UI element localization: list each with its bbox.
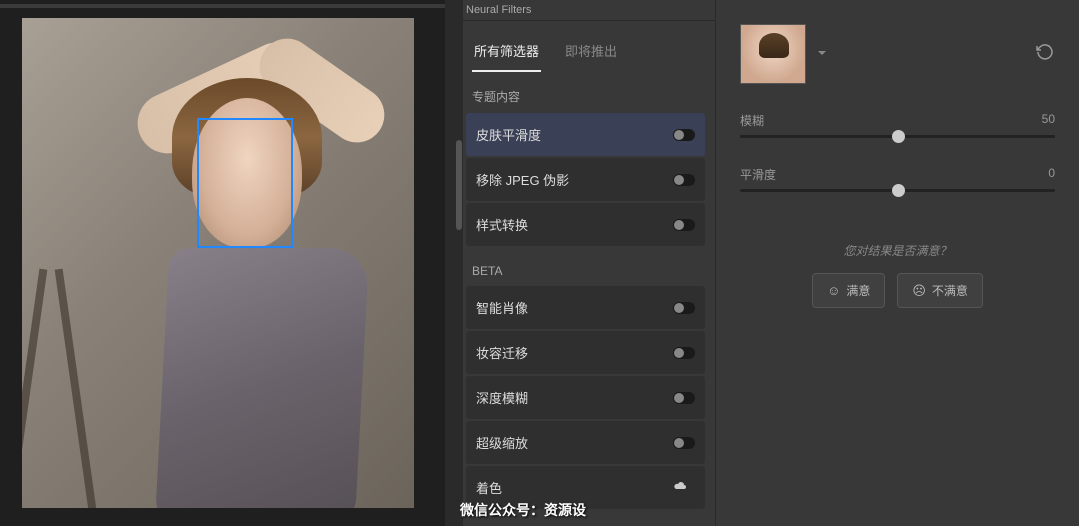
filter-smart-portrait[interactable]: 智能肖像 bbox=[466, 286, 705, 329]
filter-label: 着色 bbox=[476, 478, 502, 497]
satisfied-button[interactable]: ☺ 满意 bbox=[812, 273, 885, 308]
face-thumbnail[interactable] bbox=[740, 24, 806, 84]
toggle-zoom[interactable] bbox=[673, 437, 695, 449]
slider-blur-knob[interactable] bbox=[892, 130, 905, 143]
filter-colorize[interactable]: 着色 bbox=[466, 466, 705, 509]
slider-blur-track[interactable] bbox=[740, 135, 1055, 138]
panel-title: Neural Filters bbox=[456, 0, 715, 21]
toggle-makeup[interactable] bbox=[673, 347, 695, 359]
slider-blur: 模糊 50 bbox=[740, 112, 1055, 138]
button-label: 满意 bbox=[846, 282, 870, 299]
filter-style-transfer[interactable]: 样式转换 bbox=[466, 203, 705, 246]
toggle-jpeg[interactable] bbox=[673, 174, 695, 186]
reset-icon[interactable] bbox=[1035, 44, 1055, 65]
frown-icon: ☹ bbox=[912, 283, 926, 299]
canvas-scrollbar[interactable] bbox=[445, 0, 455, 526]
button-label: 不满意 bbox=[932, 282, 968, 299]
slider-smoothness: 平滑度 0 bbox=[740, 166, 1055, 192]
cloud-download-icon bbox=[673, 480, 687, 495]
slider-value: 0 bbox=[1048, 166, 1055, 183]
feedback-question: 您对结果是否满意？ bbox=[740, 242, 1055, 259]
filter-label: 超级缩放 bbox=[476, 433, 528, 452]
toggle-depth[interactable] bbox=[673, 392, 695, 404]
slider-smooth-track[interactable] bbox=[740, 189, 1055, 192]
filter-jpeg-artifacts[interactable]: 移除 JPEG 伪影 bbox=[466, 158, 705, 201]
tab-all-filters[interactable]: 所有筛选器 bbox=[472, 35, 541, 72]
slider-label: 平滑度 bbox=[740, 166, 776, 183]
unsatisfied-button[interactable]: ☹ 不满意 bbox=[897, 273, 983, 308]
slider-value: 50 bbox=[1042, 112, 1055, 129]
filter-skin-smoothing[interactable]: 皮肤平滑度 bbox=[466, 113, 705, 156]
filter-label: 样式转换 bbox=[476, 215, 528, 234]
filter-label: 智能肖像 bbox=[476, 298, 528, 317]
section-beta: BETA bbox=[456, 248, 715, 286]
toggle-style[interactable] bbox=[673, 219, 695, 231]
filter-depth-blur[interactable]: 深度模糊 bbox=[466, 376, 705, 419]
toggle-skin[interactable] bbox=[673, 129, 695, 141]
face-dropdown-chevron[interactable] bbox=[816, 47, 828, 62]
filter-label: 皮肤平滑度 bbox=[476, 125, 541, 144]
filter-label: 移除 JPEG 伪影 bbox=[476, 170, 569, 189]
panel-scrollbar[interactable] bbox=[455, 0, 463, 526]
filter-label: 深度模糊 bbox=[476, 388, 528, 407]
tab-coming-soon[interactable]: 即将推出 bbox=[563, 35, 619, 72]
filter-list-panel: Neural Filters 所有筛选器 即将推出 专题内容 皮肤平滑度 移除 … bbox=[455, 0, 715, 526]
slider-label: 模糊 bbox=[740, 112, 764, 129]
slider-smooth-knob[interactable] bbox=[892, 184, 905, 197]
section-featured: 专题内容 bbox=[456, 72, 715, 113]
smile-icon: ☺ bbox=[827, 283, 840, 298]
filter-makeup-transfer[interactable]: 妆容迁移 bbox=[466, 331, 705, 374]
properties-panel: 模糊 50 平滑度 0 您对结果是否满意？ ☺ 满意 bbox=[715, 0, 1079, 526]
image-canvas[interactable] bbox=[22, 18, 414, 508]
filter-label: 妆容迁移 bbox=[476, 343, 528, 362]
canvas-panel bbox=[0, 0, 455, 526]
filter-super-zoom[interactable]: 超级缩放 bbox=[466, 421, 705, 464]
toggle-portrait[interactable] bbox=[673, 302, 695, 314]
